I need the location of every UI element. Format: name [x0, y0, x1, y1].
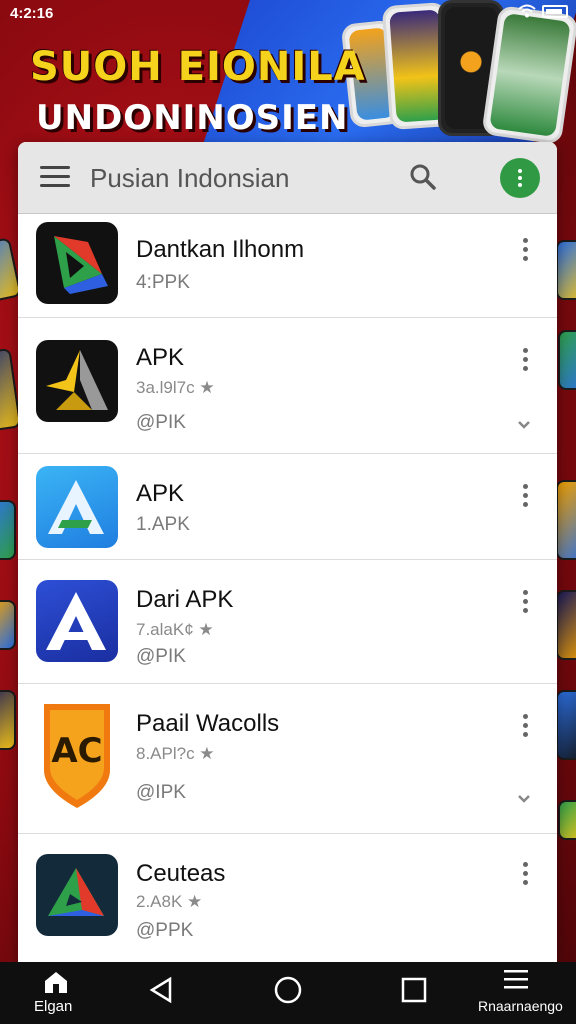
bottom-navigation: Elgan Rnaarnaengo: [0, 962, 576, 1024]
list-item[interactable]: Dari APK 7.alaK¢ ★ @PIK: [18, 560, 557, 684]
decorative-card: [0, 500, 16, 560]
item-menu-icon[interactable]: [518, 712, 532, 740]
wifi-icon: [518, 4, 536, 18]
menu-lines-icon: [504, 970, 528, 989]
decorative-card: [556, 690, 576, 760]
nav-menu-label: Rnaarnaengo: [478, 998, 563, 1014]
decorative-card: [556, 240, 576, 300]
app-size: 4:PPK: [136, 272, 190, 293]
search-icon[interactable]: [408, 162, 438, 192]
status-icons: [518, 4, 568, 18]
ac-shield-icon: AC: [36, 700, 118, 810]
decorative-card: [558, 330, 576, 390]
home-circle-icon: [274, 976, 302, 1004]
app-size: @PPK: [136, 920, 194, 941]
app-size: 1.APK: [136, 514, 190, 535]
app-bar-title: Pusian Indonsian: [90, 163, 290, 193]
list-item[interactable]: AC Paail Wacolls 8.APl?c ★ @IPK: [18, 684, 557, 834]
app-size: @PIK: [136, 412, 186, 433]
item-menu-icon[interactable]: [518, 346, 532, 374]
nav-back[interactable]: [142, 962, 182, 1024]
app-name: APK: [136, 344, 185, 371]
nav-home-label: Elgan: [34, 998, 73, 1015]
home-icon: [45, 972, 67, 993]
list-item[interactable]: APK 1.APK: [18, 454, 557, 560]
banner-title: SUOH EIONILA: [30, 44, 366, 90]
gold-a-logo-icon: [36, 340, 118, 422]
svg-text:AC: AC: [51, 731, 102, 771]
blue-a-logo-icon: [36, 466, 118, 548]
app-size: @PIK: [136, 646, 186, 667]
item-menu-icon[interactable]: [518, 860, 532, 888]
chevron-down-icon[interactable]: [516, 420, 532, 430]
app-rating: 3a.l9l7c ★: [136, 378, 215, 397]
app-bar: Pusian Indonsian: [18, 142, 557, 214]
app-name: Dantkan Ilhonm: [136, 236, 305, 263]
hamburger-menu-icon[interactable]: [40, 166, 70, 188]
nav-home-circle[interactable]: [268, 962, 308, 1024]
decorative-card: [0, 690, 16, 750]
decorative-card: [556, 480, 576, 560]
decorative-card: [0, 600, 16, 650]
app-name: Paail Wacolls: [136, 710, 280, 737]
decorative-card: [558, 800, 576, 840]
item-menu-icon[interactable]: [518, 236, 532, 264]
nav-menu[interactable]: Rnaarnaengo: [474, 962, 570, 1024]
app-rating: 2.A8K ★: [136, 892, 203, 911]
list-item[interactable]: Dantkan Ilhonm 4:PPK: [18, 214, 557, 318]
prism-logo-icon: [36, 854, 118, 936]
app-rating: 7.alaK¢ ★: [136, 620, 214, 639]
list-item[interactable]: APK 3a.l9l7c ★ @PIK: [18, 318, 557, 454]
nav-recents[interactable]: [394, 962, 434, 1024]
back-triangle-icon: [149, 976, 172, 1004]
triangle-logo-icon: [36, 222, 118, 304]
app-rating: 8.APl?c ★: [136, 744, 215, 763]
banner-subtitle: UNDONINOSIEN: [36, 98, 349, 138]
app-name: Ceuteas: [136, 860, 226, 887]
nav-home[interactable]: Elgan: [28, 962, 88, 1024]
app-name: APK: [136, 480, 185, 507]
status-time: 4:2:16: [10, 5, 54, 22]
chevron-down-icon[interactable]: [516, 794, 532, 804]
a-logo-icon: [36, 580, 118, 662]
decorative-card: [556, 590, 576, 660]
more-options-button[interactable]: [500, 158, 540, 198]
app-name: Dari APK: [136, 586, 234, 613]
app-list-panel: Pusian Indonsian Dantkan Ilhonm 4:PPK AP…: [18, 142, 557, 962]
recents-square-icon: [401, 977, 427, 1003]
battery-icon: [542, 4, 568, 18]
list-item[interactable]: Ceuteas 2.A8K ★ @PPK: [18, 834, 557, 962]
item-menu-icon[interactable]: [518, 482, 532, 510]
app-size: @IPK: [136, 782, 186, 803]
status-bar: 4:2:16: [0, 0, 576, 28]
item-menu-icon[interactable]: [518, 588, 532, 616]
